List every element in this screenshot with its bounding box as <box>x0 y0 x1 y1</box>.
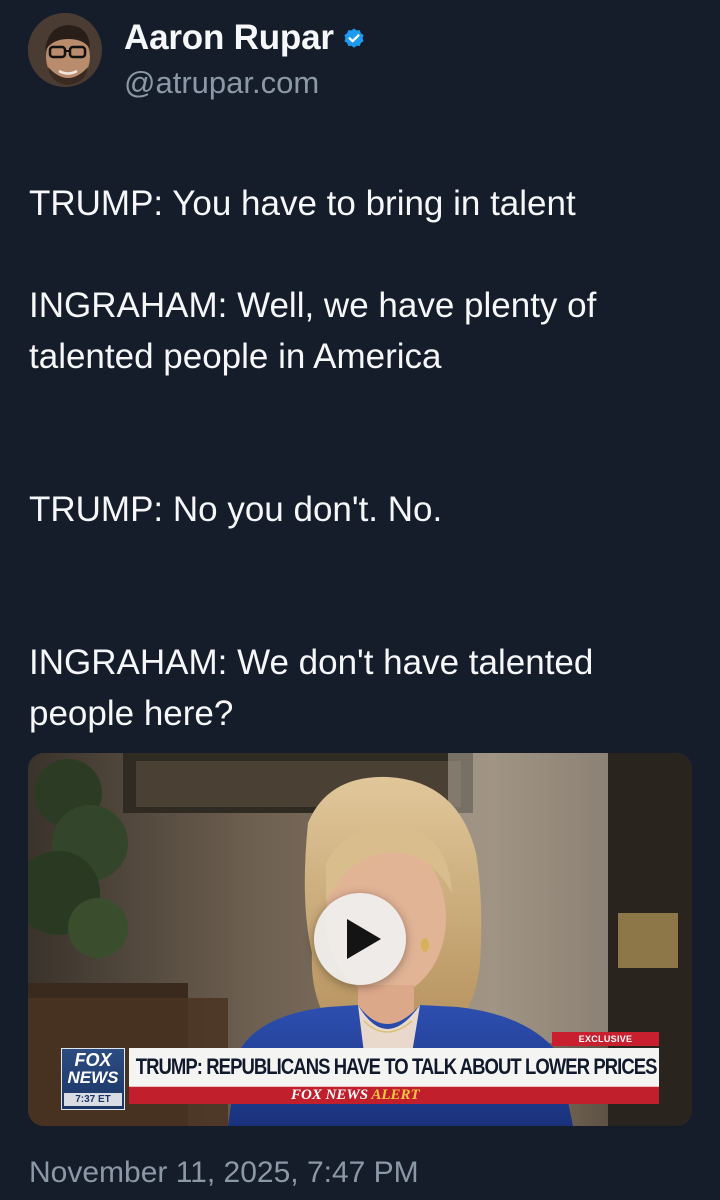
post-line: TRUMP: No you don't. No. <box>29 490 443 529</box>
alert-text: FOX NEWS ALERT <box>291 1087 420 1104</box>
post-line: INGRAHAM: Well, we have plenty of <box>29 286 597 325</box>
post-line: INGRAHAM: We don't have talented <box>29 643 594 682</box>
alert-brand: FOX NEWS <box>291 1087 369 1103</box>
author-name-row: Aaron Rupar <box>124 16 366 60</box>
avatar[interactable] <box>28 13 102 87</box>
post-line: people here? <box>29 694 234 733</box>
play-button[interactable] <box>314 893 406 985</box>
alert-word: ALERT <box>371 1087 420 1103</box>
fox-news-logo: FOX NEWS 7:37 ET <box>61 1048 125 1110</box>
avatar-photo <box>28 13 102 87</box>
alert-bar: FOX NEWS ALERT <box>129 1086 659 1104</box>
post-timestamp[interactable]: November 11, 2025, 7:47 PM <box>29 1156 419 1190</box>
chyron-headline: TRUMP: REPUBLICANS HAVE TO TALK ABOUT LO… <box>135 1054 658 1079</box>
post-body: TRUMP: You have to bring in talent INGRA… <box>29 178 699 739</box>
logo-time: 7:37 ET <box>64 1093 122 1106</box>
post-header: Aaron Rupar @atrupar.com <box>28 8 692 100</box>
author-display-name[interactable]: Aaron Rupar <box>124 18 334 58</box>
play-icon <box>347 919 381 959</box>
author-handle[interactable]: @atrupar.com <box>124 65 319 101</box>
chyron-headline-bar: TRUMP: REPUBLICANS HAVE TO TALK ABOUT LO… <box>129 1048 659 1086</box>
post-line: TRUMP: You have to bring in talent <box>29 184 576 223</box>
logo-line-1: FOX <box>74 1050 112 1070</box>
logo-line-2: NEWS <box>67 1068 119 1087</box>
news-chyron: FOX NEWS 7:37 ET EXCLUSIVE TRUMP: REPUBL… <box>61 1032 659 1111</box>
verified-badge-icon <box>344 28 364 48</box>
post-line: talented people in America <box>29 337 442 376</box>
exclusive-tag: EXCLUSIVE <box>552 1032 659 1046</box>
video-player[interactable]: FOX NEWS 7:37 ET EXCLUSIVE TRUMP: REPUBL… <box>28 753 692 1126</box>
